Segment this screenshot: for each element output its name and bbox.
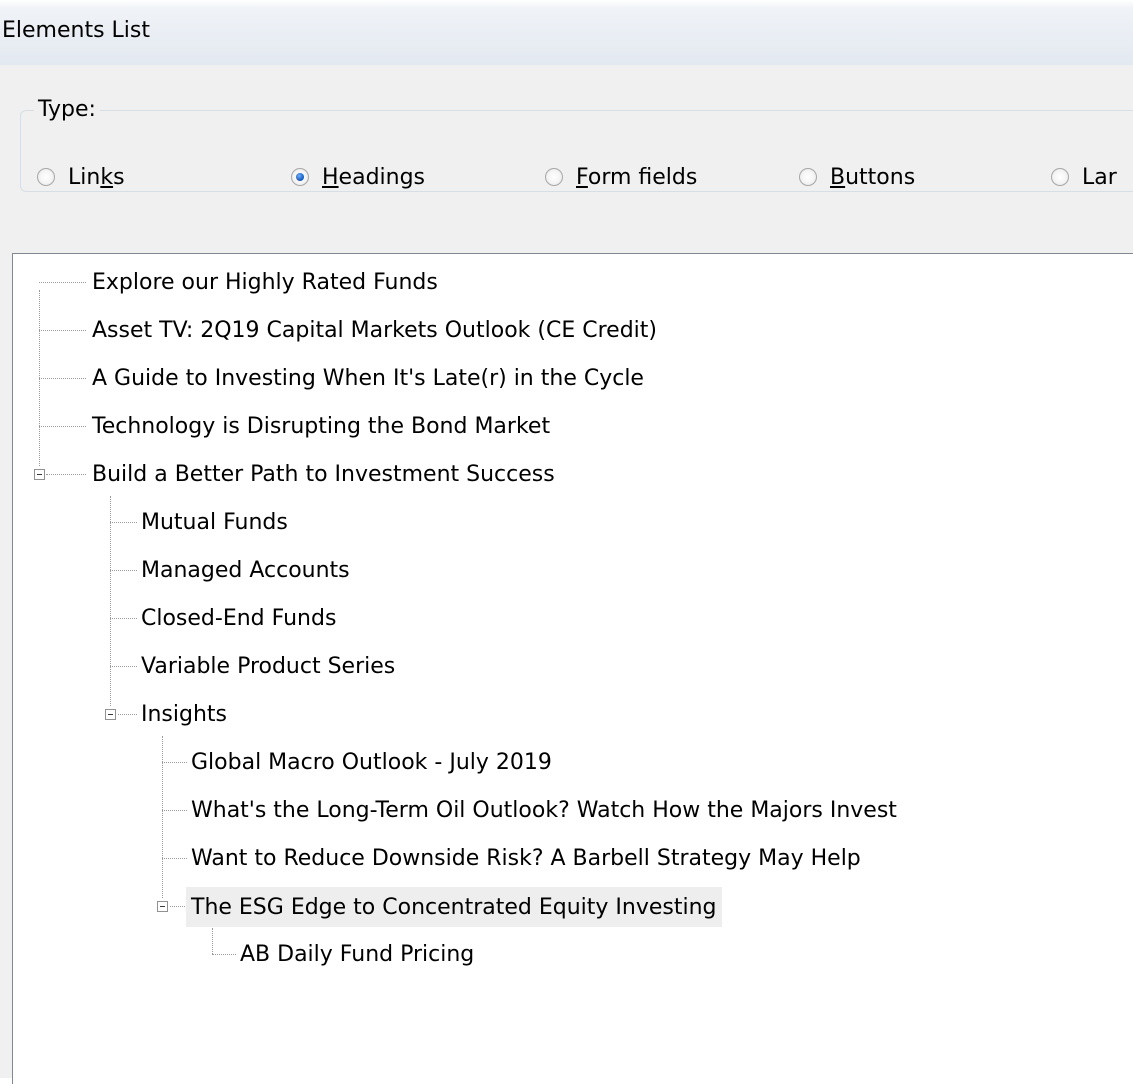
collapse-icon[interactable] [105,709,116,720]
radio-landmarks-label: Lar [1082,164,1117,190]
tree-item-selected[interactable]: The ESG Edge to Concentrated Equity Inve… [186,887,722,927]
radio-buttons[interactable]: Buttons [799,160,915,194]
tree-connector [39,426,86,427]
radio-circle-icon[interactable] [799,168,817,186]
tree-item[interactable]: Managed Accounts [138,552,353,588]
radio-form-fields[interactable]: Form fields [545,160,697,194]
radio-circle-checked-icon[interactable] [291,168,309,186]
tree-item[interactable]: AB Daily Fund Pricing [237,936,477,972]
type-group-legend: Type: [34,97,100,122]
tree-item[interactable]: Explore our Highly Rated Funds [89,264,441,300]
tree-connector [162,858,187,859]
radio-links[interactable]: Links [37,160,125,194]
tree-item[interactable]: Build a Better Path to Investment Succes… [89,456,558,492]
tree-connector [39,330,86,331]
tree-item[interactable]: Insights [138,696,230,732]
radio-circle-icon[interactable] [1051,168,1069,186]
tree-item[interactable]: Variable Product Series [138,648,398,684]
tree-connector-level2 [162,736,163,898]
collapse-icon[interactable] [34,469,45,480]
tree-item[interactable]: Technology is Disrupting the Bond Market [89,408,553,444]
tree-connector [39,378,86,379]
tree-connector [118,714,137,715]
tree-item[interactable]: Closed-End Funds [138,600,339,636]
tree-item[interactable]: What's the Long-Term Oil Outlook? Watch … [188,792,900,828]
radio-buttons-label: Buttons [830,164,916,190]
tree-connector [110,570,137,571]
tree-connector [110,618,137,619]
tree-connector [212,954,236,955]
tree-connector-level1 [110,496,111,706]
tree-item[interactable]: A Guide to Investing When It's Late(r) i… [89,360,647,396]
collapse-icon[interactable] [157,901,168,912]
tree-connector [110,666,137,667]
tree-connector [39,282,86,283]
radio-landmarks[interactable]: Lar [1051,160,1117,194]
radio-circle-icon[interactable] [545,168,563,186]
tree-item[interactable]: Asset TV: 2Q19 Capital Markets Outlook (… [89,312,660,348]
tree-item[interactable]: Mutual Funds [138,504,291,540]
radio-headings-label: Headings [322,164,426,190]
title-bar: Elements List [0,0,1133,65]
tree-connector [162,810,187,811]
tree-item[interactable]: Want to Reduce Downside Risk? A Barbell … [188,840,864,876]
tree-connector [110,522,137,523]
tree-item[interactable]: Global Macro Outlook - July 2019 [188,744,555,780]
radio-form-fields-label: Form fields [576,164,698,190]
tree-connector [162,762,187,763]
radio-links-label: Links [68,164,125,190]
radio-headings[interactable]: Headings [291,160,425,194]
tree-connector [46,474,86,475]
tree-connector [170,906,187,907]
radio-circle-icon[interactable] [37,168,55,186]
tree-connector-level3 [212,928,213,954]
window-title: Elements List [2,18,150,43]
